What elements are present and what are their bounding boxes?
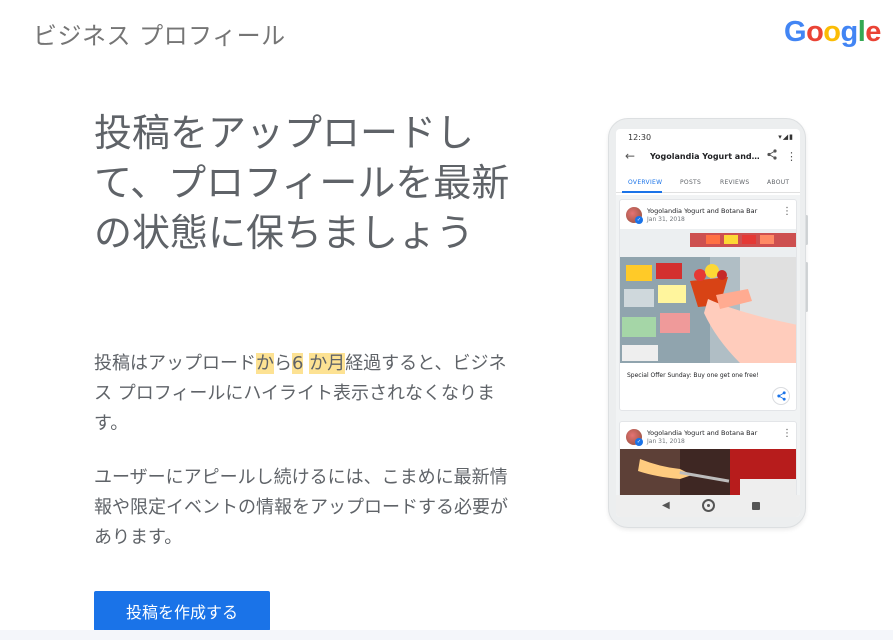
logo-letter: e: [865, 16, 881, 48]
page-headline: 投稿をアップロードして、プロフィールを最新の状態に保ちましょう: [94, 111, 510, 255]
post-photo-frozen-yogurt: [620, 229, 796, 363]
nav-home-icon[interactable]: [702, 499, 715, 512]
tab-posts[interactable]: POSTS: [680, 179, 701, 186]
status-icons: ▾◢▮: [778, 133, 794, 141]
active-tab-indicator: [622, 191, 662, 193]
verified-icon: ✓: [635, 216, 643, 224]
share-icon[interactable]: [767, 149, 777, 163]
more-vert-icon[interactable]: ⋮: [782, 206, 792, 217]
description-paragraph-1: 投稿はアップロードから6 か月経過すると、ビジネス プロフィールにハイライト表示…: [94, 349, 514, 439]
para1-highlight-3: か月: [309, 353, 346, 374]
phone-app-bar: ← Yogolandia Yogurt and Bo... ⋮: [616, 145, 800, 171]
logo-letter: o: [806, 16, 824, 48]
more-vert-icon[interactable]: ⋮: [782, 428, 792, 439]
verified-icon: ✓: [635, 438, 643, 446]
status-time: 12:30: [628, 133, 652, 142]
nav-back-icon[interactable]: ◀: [662, 500, 670, 511]
tab-overview[interactable]: OVERVIEW: [628, 179, 662, 186]
para1-text-1: 投稿はアップロード: [94, 353, 256, 374]
create-post-button[interactable]: 投稿を作成する: [94, 591, 270, 631]
post-card[interactable]: ✓ Yogolandia Yogurt and Botana Bar Jan 3…: [619, 421, 797, 501]
tab-about[interactable]: ABOUT: [767, 179, 789, 186]
phone-mockup: 12:30 ▾◢▮ ← Yogolandia Yogurt and Bo... …: [608, 118, 806, 528]
para1-text-2: ら: [274, 353, 292, 374]
share-icon[interactable]: [772, 387, 790, 405]
posts-feed: ✓ Yogolandia Yogurt and Botana Bar Jan 3…: [616, 195, 800, 501]
para1-highlight-2: 6: [292, 353, 304, 374]
description-paragraph-2: ユーザーにアピールし続けるには、こまめに最新情報や限定イベントの情報をアップロー…: [94, 467, 508, 548]
post-date: Jan 31, 2018: [647, 216, 685, 223]
back-arrow-icon[interactable]: ←: [625, 149, 635, 163]
logo-letter: o: [823, 16, 841, 48]
phone-nav-bar: ◀: [616, 495, 800, 517]
bottom-strip: [0, 630, 893, 640]
logo-letter: G: [784, 16, 807, 48]
more-vert-icon[interactable]: ⋮: [786, 150, 797, 163]
phone-tabs: OVERVIEW POSTS REVIEWS ABOUT: [616, 173, 800, 193]
phone-screen: 12:30 ▾◢▮ ← Yogolandia Yogurt and Bo... …: [616, 129, 800, 517]
post-author: Yogolandia Yogurt and Botana Bar: [647, 207, 758, 215]
top-bar: ビジネス プロフィール Google: [0, 0, 893, 64]
post-photo-dessert: [620, 449, 796, 500]
business-name-title: Yogolandia Yogurt and Bo...: [650, 152, 760, 161]
phone-status-bar: 12:30 ▾◢▮: [616, 129, 800, 145]
app-title: ビジネス プロフィール: [33, 22, 286, 50]
para1-highlight-1: か: [256, 353, 274, 374]
post-card[interactable]: ✓ Yogolandia Yogurt and Botana Bar Jan 3…: [619, 199, 797, 411]
post-author: Yogolandia Yogurt and Botana Bar: [647, 429, 758, 437]
logo-letter: g: [840, 16, 859, 48]
nav-recents-icon[interactable]: [752, 502, 760, 510]
post-date: Jan 31, 2018: [647, 438, 685, 445]
google-logo[interactable]: Google: [784, 16, 881, 49]
post-text: Special Offer Sunday: Buy one get one fr…: [627, 372, 759, 379]
tab-reviews[interactable]: REVIEWS: [720, 179, 749, 186]
